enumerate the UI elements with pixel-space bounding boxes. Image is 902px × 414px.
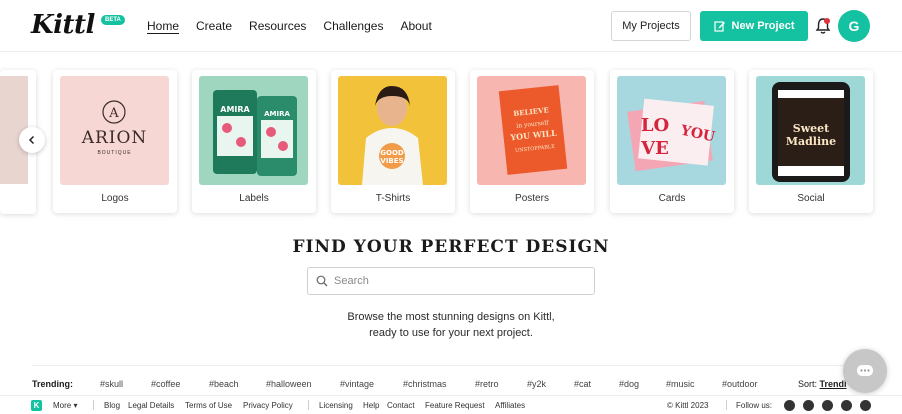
divider [93, 400, 94, 410]
top-nav-bar: Kittl BETA Home Create Resources Challen… [0, 0, 902, 52]
footer-link-licensing[interactable]: Licensing [319, 401, 353, 410]
chat-button[interactable] [843, 349, 887, 393]
svg-text:VE: VE [640, 138, 669, 159]
category-card-tshirts[interactable]: GOOD VIBES T-Shirts [331, 70, 455, 213]
logo-sample-text: ARION [81, 128, 148, 148]
footer-more[interactable]: More ▾ [53, 401, 77, 410]
footer-link-blog[interactable]: Blog [104, 401, 120, 410]
new-project-button[interactable]: New Project [700, 11, 808, 41]
category-card-logos[interactable]: A ARION BOUTIQUE Logos [53, 70, 177, 213]
logo-sample-sub: BOUTIQUE [97, 150, 132, 156]
footer-link-feature-request[interactable]: Feature Request [425, 401, 485, 410]
nav-about[interactable]: About [400, 19, 431, 33]
trending-label: Trending: [32, 379, 73, 389]
svg-text:Madline: Madline [786, 135, 836, 148]
search-icon [316, 275, 328, 287]
social-thumbnail: Sweet Madline [756, 76, 865, 185]
trending-tag[interactable]: #retro [475, 379, 499, 389]
trending-tag[interactable]: #christmas [403, 379, 447, 389]
twitter-icon[interactable] [860, 400, 871, 411]
trending-tag[interactable]: #cat [574, 379, 591, 389]
svg-text:A: A [108, 106, 119, 121]
pinterest-icon[interactable] [841, 400, 852, 411]
instagram-icon[interactable] [822, 400, 833, 411]
category-card-social[interactable]: Sweet Madline Social [749, 70, 873, 213]
trending-tag[interactable]: #dog [619, 379, 639, 389]
footer-link-contact[interactable]: Contact [387, 401, 415, 410]
category-carousel: A ARION BOUTIQUE Logos AMIRA AMIRA Label… [0, 52, 902, 227]
category-card-labels[interactable]: AMIRA AMIRA Labels [192, 70, 316, 213]
notification-dot [824, 18, 830, 24]
search-input[interactable] [334, 275, 574, 287]
page-title: FIND YOUR PERFECT DESIGN [292, 237, 610, 257]
card-label: Posters [515, 193, 549, 204]
svg-text:Sweet: Sweet [793, 122, 830, 135]
footer-link-terms[interactable]: Terms of Use [185, 401, 232, 410]
svg-text:GOOD: GOOD [380, 149, 404, 157]
sort-control[interactable]: Sort: Trendi [798, 379, 847, 389]
labels-thumbnail: AMIRA AMIRA [199, 76, 308, 185]
nav-resources[interactable]: Resources [249, 19, 306, 33]
browse-description: Browse the most stunning designs on Kitt… [0, 309, 902, 341]
copyright: © Kittl 2023 [667, 401, 709, 410]
follow-label: Follow us: [736, 401, 773, 410]
footer-link-privacy[interactable]: Privacy Policy [243, 401, 293, 410]
my-projects-button[interactable]: My Projects [611, 11, 691, 41]
kittl-footer-logo-icon[interactable]: K [31, 400, 42, 411]
footer-link-affiliates[interactable]: Affiliates [495, 401, 525, 410]
kittl-logo[interactable]: Kittl [31, 10, 95, 40]
posters-thumbnail: BELIEVE in yourself YOU WILL UNSTOPPABLE [477, 76, 586, 185]
youtube-icon[interactable] [803, 400, 814, 411]
card-label: T-Shirts [375, 193, 411, 204]
svg-text:AMIRA: AMIRA [220, 105, 250, 114]
tshirts-thumbnail: GOOD VIBES [338, 76, 447, 185]
main-nav: Home Create Resources Challenges About [147, 19, 449, 33]
trending-tag[interactable]: #vintage [340, 379, 374, 389]
svg-text:LO: LO [641, 115, 669, 136]
divider [32, 365, 870, 366]
card-label: Logos [101, 193, 129, 204]
divider [308, 400, 309, 410]
category-card-cards[interactable]: LO VE YOU Cards [610, 70, 734, 213]
facebook-icon[interactable] [784, 400, 795, 411]
trending-tag[interactable]: #coffee [151, 379, 180, 389]
footer: K More ▾ Blog Legal Details Terms of Use… [0, 395, 902, 414]
browse-line-1: Browse the most stunning designs on Kitt… [347, 311, 555, 323]
avatar[interactable]: G [838, 10, 870, 42]
trending-tag[interactable]: #music [666, 379, 695, 389]
logos-thumbnail: A ARION BOUTIQUE [60, 76, 169, 185]
chevron-left-icon [28, 135, 35, 145]
card-label: Social [797, 193, 825, 204]
nav-home[interactable]: Home [147, 19, 179, 33]
cards-thumbnail: LO VE YOU [617, 76, 726, 185]
trending-tag[interactable]: #y2k [527, 379, 546, 389]
svg-text:AMIRA: AMIRA [264, 110, 290, 118]
trending-tag[interactable]: #outdoor [722, 379, 758, 389]
chat-icon [857, 365, 873, 376]
card-label: Cards [658, 193, 686, 204]
search-box[interactable] [307, 267, 595, 295]
new-project-label: New Project [731, 20, 795, 32]
footer-more-label: More [53, 401, 72, 410]
nav-create[interactable]: Create [196, 19, 232, 33]
svg-text:VIBES: VIBES [380, 157, 403, 165]
carousel-prev-button[interactable] [19, 127, 45, 153]
footer-link-legal[interactable]: Legal Details [128, 401, 174, 410]
card-label: Labels [239, 193, 269, 204]
beta-badge: BETA [101, 15, 125, 25]
sort-label: Sort: [798, 379, 818, 389]
footer-link-help[interactable]: Help [363, 401, 379, 410]
sort-value[interactable]: Trendi [820, 379, 847, 389]
trending-tag[interactable]: #beach [209, 379, 239, 389]
divider [726, 400, 727, 410]
browse-line-2: ready to use for your next project. [369, 327, 533, 339]
trending-tag[interactable]: #halloween [266, 379, 312, 389]
nav-challenges[interactable]: Challenges [323, 19, 383, 33]
category-card-posters[interactable]: BELIEVE in yourself YOU WILL UNSTOPPABLE… [470, 70, 594, 213]
edit-icon [713, 21, 725, 32]
trending-tag[interactable]: #skull [100, 379, 123, 389]
